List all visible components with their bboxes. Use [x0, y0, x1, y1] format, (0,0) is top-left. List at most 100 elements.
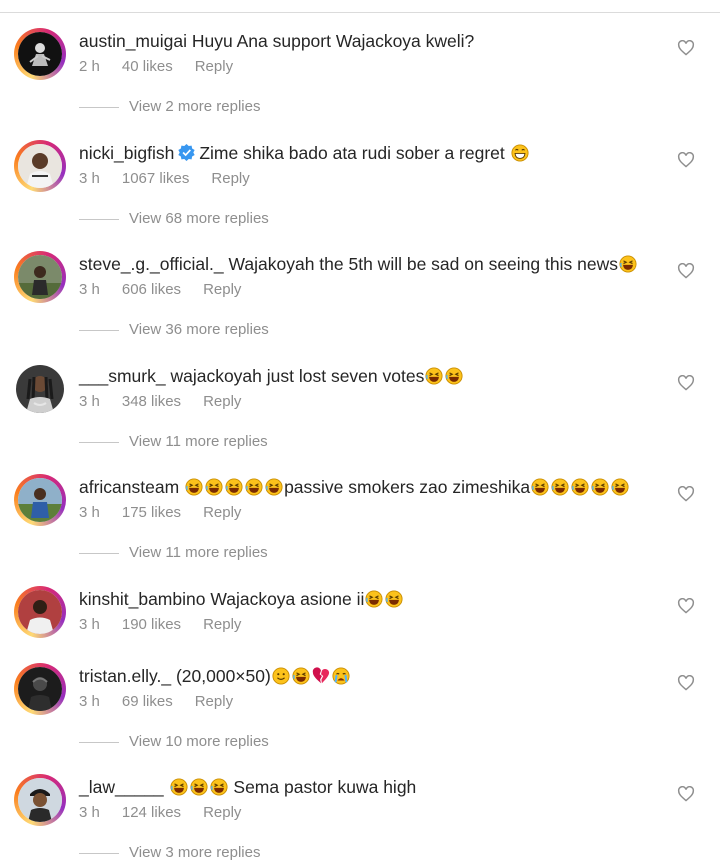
comment-body: Wajackoya asione ii: [210, 589, 365, 609]
comment-meta: 3 h 69 likes Reply: [79, 693, 255, 710]
emoji-group: [530, 477, 630, 497]
comment-text: africansteam passive smokers zao zimeshi…: [79, 476, 630, 498]
avatar[interactable]: [14, 363, 66, 415]
avatar[interactable]: [14, 586, 66, 638]
top-divider: [0, 12, 720, 13]
username[interactable]: kinshit_bambino: [79, 589, 205, 609]
comment-body: Wajakoyah the 5th will be sad on seeing …: [228, 254, 618, 274]
comment-body: wajackoyah just lost seven votes: [170, 366, 425, 386]
username[interactable]: africansteam: [79, 477, 179, 497]
avatar[interactable]: [14, 663, 66, 715]
comment-meta: 3 h 1067 likes Reply: [79, 170, 272, 187]
comment-body: (20,000×50): [175, 666, 271, 686]
likes-count[interactable]: 606 likes: [122, 281, 181, 298]
avatar[interactable]: [14, 28, 66, 80]
laughing-emoji-icon: [425, 367, 443, 385]
replies-divider: [79, 441, 119, 443]
comment-meta: 2 h 40 likes Reply: [79, 58, 255, 75]
likes-count[interactable]: 190 likes: [122, 616, 181, 633]
timestamp: 3 h: [79, 804, 100, 821]
heart-icon[interactable]: [677, 375, 695, 391]
heart-icon[interactable]: [677, 675, 695, 691]
laughing-emoji-icon: [619, 255, 637, 273]
broken-heart-icon: [312, 667, 329, 684]
laughing-emoji-icon: [189, 778, 208, 796]
username[interactable]: austin_muigai: [79, 31, 187, 51]
likes-count[interactable]: 69 likes: [122, 693, 173, 710]
heart-icon[interactable]: [677, 786, 695, 802]
username[interactable]: steve_.g._official._: [79, 254, 224, 274]
timestamp: 3 h: [79, 693, 100, 710]
view-replies-button[interactable]: View 10 more replies: [79, 733, 269, 750]
comment-meta: 3 h 348 likes Reply: [79, 393, 263, 410]
reply-button[interactable]: Reply: [203, 504, 241, 521]
emoji-group: [169, 777, 234, 797]
view-replies-button[interactable]: View 2 more replies: [79, 98, 260, 115]
laughing-emoji-icon: [365, 590, 383, 608]
comment-body: Huyu Ana support Wajackoya kweli?: [191, 31, 475, 51]
heart-icon[interactable]: [677, 263, 695, 279]
username[interactable]: _law_____: [79, 777, 164, 797]
laughing-emoji-icon: [292, 667, 310, 685]
reply-button[interactable]: Reply: [203, 281, 241, 298]
verified-badge-icon: [178, 144, 195, 161]
heart-icon[interactable]: [677, 152, 695, 168]
heart-icon[interactable]: [677, 40, 695, 56]
heart-icon[interactable]: [677, 598, 695, 614]
laughing-emoji-icon: [209, 778, 228, 796]
view-replies-label: View 11 more replies: [129, 544, 268, 561]
likes-count[interactable]: 124 likes: [122, 804, 181, 821]
smiling-emoji-icon: [272, 667, 290, 685]
view-replies-button[interactable]: View 68 more replies: [79, 210, 269, 227]
laughing-emoji-icon: [385, 590, 403, 608]
likes-count[interactable]: 175 likes: [122, 504, 181, 521]
timestamp: 3 h: [79, 504, 100, 521]
emoji-group: [184, 477, 284, 497]
comment-body: Zime shika bado ata rudi sober a regret: [199, 143, 505, 163]
comment-meta: 3 h 190 likes Reply: [79, 616, 263, 633]
reply-button[interactable]: Reply: [203, 393, 241, 410]
laughing-emoji-icon: [611, 478, 629, 496]
username[interactable]: ___smurk_: [79, 366, 166, 386]
reply-button[interactable]: Reply: [195, 693, 233, 710]
likes-count[interactable]: 40 likes: [122, 58, 173, 75]
comment-meta: 3 h 124 likes Reply: [79, 804, 263, 821]
likes-count[interactable]: 348 likes: [122, 393, 181, 410]
view-replies-label: View 2 more replies: [129, 98, 261, 115]
comment-body: Sema pastor kuwa high: [233, 777, 417, 797]
view-replies-button[interactable]: View 11 more replies: [79, 544, 268, 561]
replies-divider: [79, 106, 119, 108]
replies-divider: [79, 852, 119, 854]
reply-button[interactable]: Reply: [203, 616, 241, 633]
comment-text: ___smurk_ wajackoyah just lost seven vot…: [79, 365, 464, 387]
comment-text: _law_____ Sema pastor kuwa high: [79, 776, 416, 798]
username[interactable]: nicki_bigfish: [79, 143, 174, 163]
avatar[interactable]: [14, 474, 66, 526]
timestamp: 3 h: [79, 170, 100, 187]
avatar[interactable]: [14, 140, 66, 192]
reply-button[interactable]: Reply: [203, 804, 241, 821]
view-replies-label: View 10 more replies: [129, 733, 269, 750]
comment-text: tristan.elly._ (20,000×50): [79, 665, 351, 687]
avatar[interactable]: [14, 774, 66, 826]
comment-text: austin_muigai Huyu Ana support Wajackoya…: [79, 30, 474, 52]
grinning-emoji-icon: [511, 144, 529, 162]
laughing-emoji-icon: [591, 478, 609, 496]
username[interactable]: tristan.elly._: [79, 666, 171, 686]
laughing-emoji-icon: [225, 478, 243, 496]
reply-button[interactable]: Reply: [211, 170, 249, 187]
laughing-emoji-icon: [185, 478, 203, 496]
avatar[interactable]: [14, 251, 66, 303]
likes-count[interactable]: 1067 likes: [122, 170, 190, 187]
comment-text: steve_.g._official._ Wajakoyah the 5th w…: [79, 253, 638, 275]
replies-divider: [79, 218, 119, 220]
laughing-emoji-icon: [265, 478, 283, 496]
heart-icon[interactable]: [677, 486, 695, 502]
reply-button[interactable]: Reply: [195, 58, 233, 75]
timestamp: 2 h: [79, 58, 100, 75]
view-replies-button[interactable]: View 36 more replies: [79, 321, 269, 338]
replies-divider: [79, 329, 119, 331]
view-replies-button[interactable]: View 11 more replies: [79, 433, 268, 450]
comment-meta: 3 h 606 likes Reply: [79, 281, 263, 298]
view-replies-button[interactable]: View 3 more replies: [79, 844, 260, 861]
